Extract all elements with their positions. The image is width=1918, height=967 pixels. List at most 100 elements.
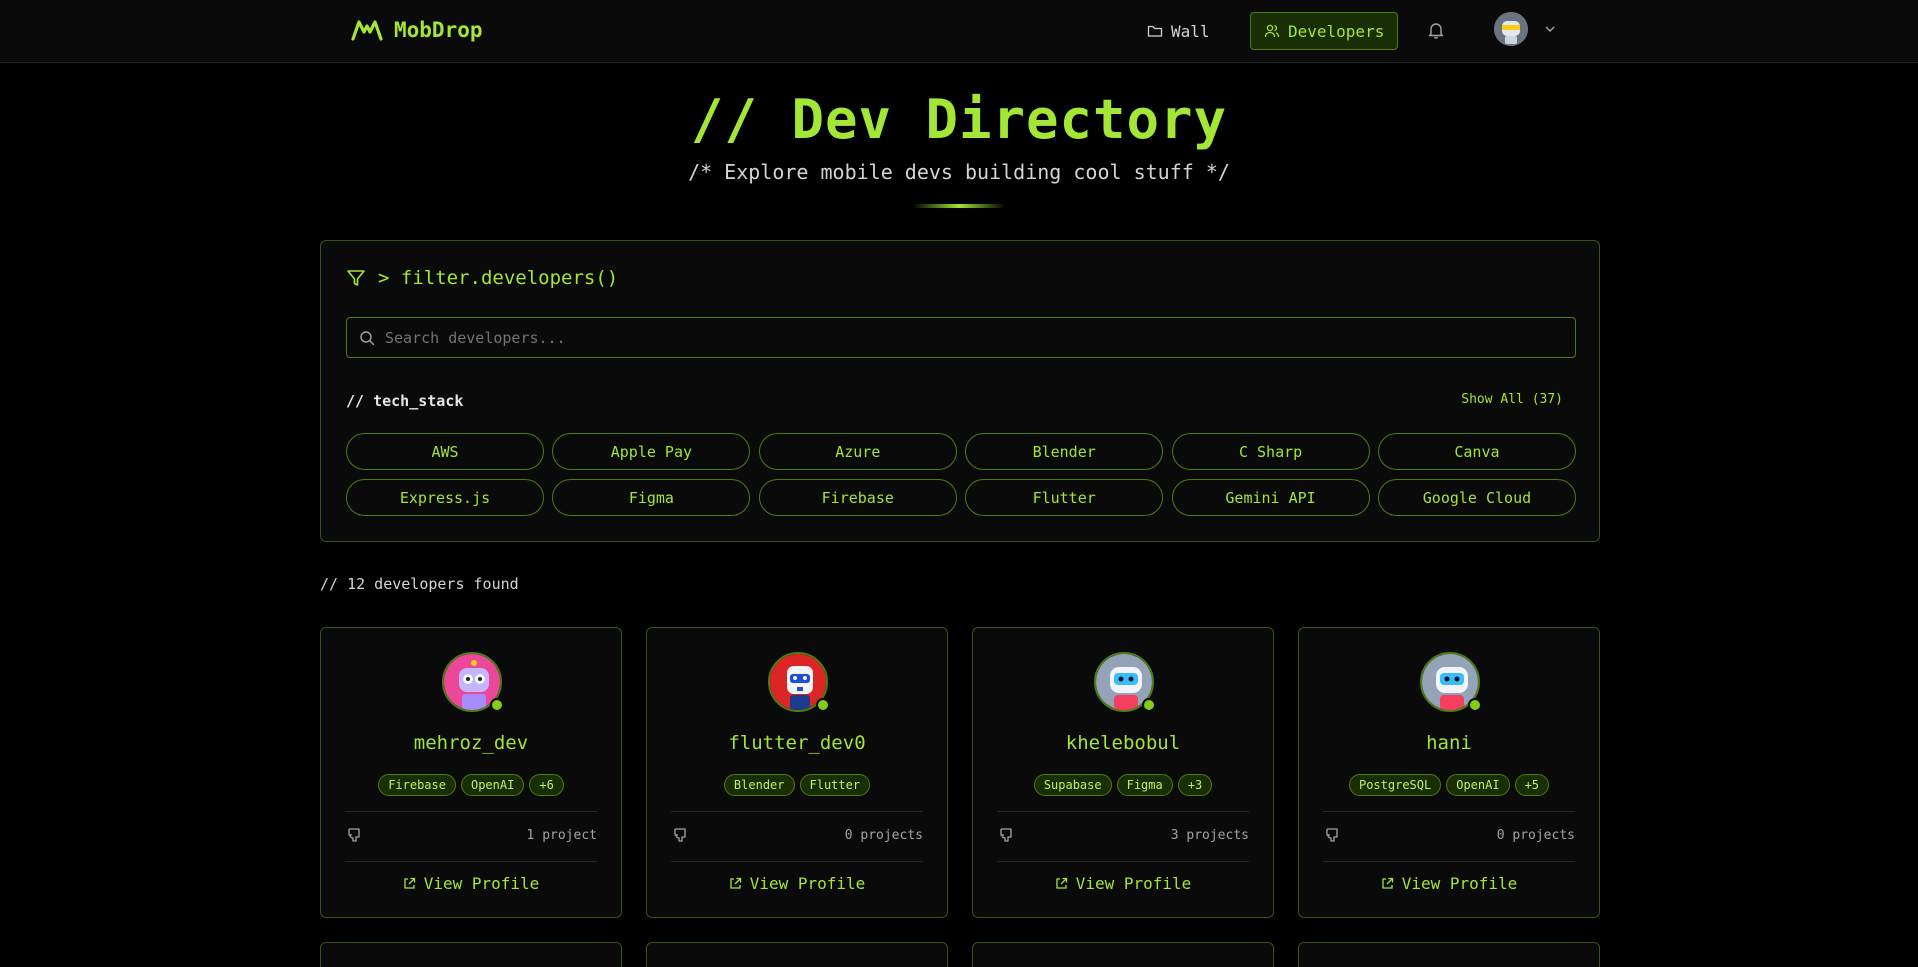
- online-status-dot: [490, 698, 504, 712]
- users-icon: [1264, 24, 1280, 38]
- developer-card: flutter_dev0 Blender Flutter 0 projects …: [646, 627, 948, 918]
- github-icon[interactable]: [1324, 827, 1340, 843]
- divider: [345, 861, 597, 862]
- developer-avatar[interactable]: [1420, 652, 1482, 712]
- more-tags-badge: +5: [1514, 774, 1550, 796]
- tech-stack-label: // tech_stack: [346, 392, 464, 410]
- developer-tags: Supabase Figma +3: [973, 774, 1273, 796]
- filter-heading: > filter.developers(): [346, 267, 618, 289]
- developer-card: hani PostgreSQL OpenAI +5 0 projects Vie…: [1298, 627, 1600, 918]
- developer-card: mehroz_dev Firebase OpenAI +6 1 project …: [320, 627, 622, 918]
- external-link-icon: [404, 877, 415, 889]
- online-status-dot: [1142, 698, 1156, 712]
- notification-bell-icon[interactable]: [1426, 20, 1446, 40]
- robot-avatar-icon: [1494, 12, 1528, 46]
- tech-tag: OpenAI: [460, 774, 525, 796]
- developer-card: [972, 942, 1274, 967]
- developer-avatar[interactable]: [768, 652, 830, 712]
- divider: [997, 861, 1249, 862]
- tech-chip[interactable]: Gemini API: [1171, 479, 1370, 516]
- developer-card: [320, 942, 622, 967]
- external-link-icon: [1056, 877, 1067, 889]
- external-link-icon: [1382, 877, 1393, 889]
- external-link-icon: [730, 877, 741, 889]
- view-profile-label: View Profile: [423, 874, 540, 893]
- view-profile-button[interactable]: View Profile: [973, 874, 1273, 893]
- tech-tag: Flutter: [799, 774, 871, 796]
- tech-tag: Firebase: [378, 774, 456, 796]
- filter-panel: > filter.developers() // tech_stack Show…: [320, 240, 1600, 542]
- developer-tags: Firebase OpenAI +6: [321, 774, 621, 796]
- logo[interactable]: MobDrop: [350, 17, 483, 43]
- mobdrop-logo-icon: [351, 20, 383, 41]
- show-all-button[interactable]: Show All (37): [1461, 392, 1563, 407]
- tech-chip[interactable]: Express.js: [346, 479, 544, 516]
- divider: [1323, 861, 1575, 862]
- project-count: 1 project: [526, 828, 597, 843]
- developer-card: [646, 942, 948, 967]
- tech-tag: Figma: [1116, 774, 1173, 796]
- tech-chip[interactable]: Google Cloud: [1377, 479, 1576, 516]
- nav-developers[interactable]: Developers: [1250, 12, 1399, 50]
- tech-chip[interactable]: Canva: [1377, 433, 1576, 470]
- developer-avatar[interactable]: [1094, 652, 1156, 712]
- nav-wall-label: Wall: [1171, 21, 1210, 41]
- project-count: 0 projects: [844, 828, 923, 843]
- view-profile-label: View Profile: [1401, 874, 1518, 893]
- tech-chip[interactable]: AWS: [346, 433, 544, 470]
- developer-avatar[interactable]: [442, 652, 504, 712]
- nav-wall[interactable]: Wall: [1135, 12, 1222, 50]
- divider: [671, 861, 923, 862]
- tech-chip[interactable]: Azure: [758, 433, 957, 470]
- search-box: [346, 317, 1576, 358]
- divider: [345, 811, 597, 812]
- developer-name[interactable]: mehroz_dev: [321, 732, 621, 754]
- user-menu[interactable]: [1494, 12, 1556, 46]
- search-input[interactable]: [385, 328, 1565, 347]
- more-tags-badge: +3: [1177, 774, 1213, 796]
- view-profile-button[interactable]: View Profile: [321, 874, 621, 893]
- project-count: 3 projects: [1170, 828, 1249, 843]
- tech-tag: Supabase: [1033, 774, 1112, 796]
- tech-tag: Blender: [723, 774, 795, 796]
- github-icon[interactable]: [672, 827, 688, 843]
- online-status-dot: [816, 698, 830, 712]
- divider: [671, 811, 923, 812]
- top-navbar: MobDrop Wall Developers: [0, 0, 1918, 63]
- developer-card: khelebobul Supabase Figma +3 3 projects …: [972, 627, 1274, 918]
- search-icon: [360, 330, 375, 345]
- divider: [997, 811, 1249, 812]
- nav-developers-label: Developers: [1288, 21, 1385, 41]
- view-profile-button[interactable]: View Profile: [647, 874, 947, 893]
- tech-chip[interactable]: Flutter: [965, 479, 1164, 516]
- divider: [1323, 811, 1575, 812]
- project-count: 0 projects: [1496, 828, 1575, 843]
- developer-name[interactable]: hani: [1299, 732, 1599, 754]
- page-title: // Dev Directory: [690, 88, 1228, 151]
- logo-text: MobDrop: [394, 18, 483, 42]
- tech-chip[interactable]: C Sharp: [1171, 433, 1370, 470]
- developer-name[interactable]: khelebobul: [973, 732, 1273, 754]
- developer-card: [1298, 942, 1600, 967]
- tech-chip[interactable]: Firebase: [758, 479, 957, 516]
- folder-icon: [1147, 25, 1163, 37]
- online-status-dot: [1468, 698, 1482, 712]
- page-subtitle: /* Explore mobile devs building cool stu…: [688, 160, 1230, 184]
- tech-tag: PostgreSQL: [1348, 774, 1442, 796]
- more-tags-badge: +6: [529, 774, 564, 796]
- view-profile-button[interactable]: View Profile: [1299, 874, 1599, 893]
- github-icon[interactable]: [998, 827, 1014, 843]
- tech-tag: OpenAI: [1446, 774, 1510, 796]
- tech-chip[interactable]: Figma: [552, 479, 751, 516]
- tech-chip-grid: AWS Apple Pay Azure Blender C Sharp Canv…: [346, 433, 1576, 516]
- results-count: // 12 developers found: [320, 575, 519, 593]
- tech-chip[interactable]: Apple Pay: [552, 433, 751, 470]
- filter-heading-text: > filter.developers(): [378, 267, 619, 289]
- filter-icon: [347, 270, 365, 286]
- developer-tags: Blender Flutter: [647, 774, 947, 796]
- view-profile-label: View Profile: [1075, 874, 1192, 893]
- github-icon[interactable]: [346, 827, 362, 843]
- view-profile-label: View Profile: [749, 874, 866, 893]
- developer-name[interactable]: flutter_dev0: [647, 732, 947, 754]
- tech-chip[interactable]: Blender: [965, 433, 1164, 470]
